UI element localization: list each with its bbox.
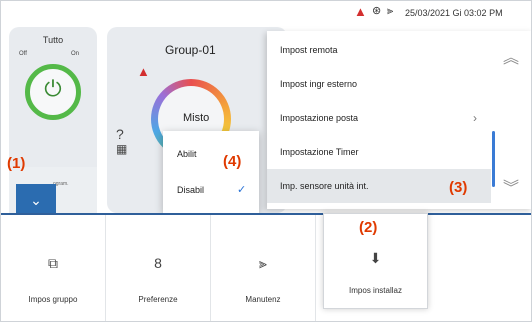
menu-item-label: Impostazione Timer xyxy=(280,147,359,157)
chevron-down-icon: ⌄ xyxy=(30,192,42,208)
tile-label: Manutenz xyxy=(245,295,281,304)
off-label: Off xyxy=(19,51,27,57)
install-settings-icon: ⬇ xyxy=(369,250,382,266)
tile-label: Impos installaz xyxy=(349,286,402,295)
annotation-4: (4) xyxy=(223,153,242,170)
datetime: 25/03/2021 Gi 03:02 PM xyxy=(405,8,503,18)
warning-icon[interactable]: ▲ xyxy=(354,5,367,18)
power-icon[interactable]: ⏻ xyxy=(41,77,65,101)
scrollbar[interactable] xyxy=(492,131,495,187)
collapse-button[interactable]: ⌄ xyxy=(16,184,56,216)
tile-preferences[interactable]: 8 Preferenze xyxy=(106,215,211,321)
status-question-icon: ? xyxy=(116,126,124,142)
remote-icon: ⊛ xyxy=(372,5,382,17)
annotation-2: (2) xyxy=(359,219,378,236)
enable-disable-popup: Abilit Disabil ✓ xyxy=(163,131,259,213)
status-bar: ▲ ⊛ ⫸ 25/03/2021 Gi 03:02 PM xyxy=(259,1,531,27)
group-name: Group-01 xyxy=(165,43,216,57)
group-mode: Misto xyxy=(183,112,210,124)
menu-item-label: Imp. sensore unità int. xyxy=(280,181,369,191)
maintenance-icon: ⫸ xyxy=(387,5,394,17)
annotation-3: (3) xyxy=(449,179,468,196)
app-frame: ▲ ⊛ ⫸ 25/03/2021 Gi 03:02 PM Tutto Off O… xyxy=(0,0,532,322)
option-disable[interactable]: Disabil ✓ xyxy=(163,173,259,207)
menu-item-label: Impostazione posta xyxy=(280,113,359,123)
tile-label: Impos gruppo xyxy=(28,295,78,304)
group-warning-icon: ▲ xyxy=(137,64,150,79)
tile-label: Preferenze xyxy=(138,295,178,304)
on-label: On xyxy=(71,51,80,57)
preferences-icon: 8 xyxy=(154,255,162,271)
menu-item-external-input[interactable]: Impost ingr esterno xyxy=(267,67,491,101)
installation-settings-menu: Impost remota Impost ingr esterno Impost… xyxy=(267,31,531,209)
annotation-1: (1) xyxy=(7,155,26,172)
scroll-up-icon[interactable]: ︽ xyxy=(503,51,519,67)
menu-item-timer[interactable]: Impostazione Timer xyxy=(267,135,491,169)
menu-item-remote[interactable]: Impost remota xyxy=(267,33,491,67)
maintenance-icon: ⫸ xyxy=(259,255,267,271)
option-label: Abilit xyxy=(177,149,197,159)
group-settings-icon: ⧉ xyxy=(48,255,58,271)
chevron-right-icon: › xyxy=(473,111,477,125)
checkmark-icon: ✓ xyxy=(237,184,247,196)
grid-icon: ▦ xyxy=(116,142,128,156)
tile-group-settings[interactable]: ⧉ Impos gruppo xyxy=(1,215,106,321)
tile-maintenance[interactable]: ⫸ Manutenz xyxy=(211,215,316,321)
menu-item-label: Impost remota xyxy=(280,45,338,55)
menu-item-mail[interactable]: Impostazione posta › xyxy=(267,101,491,135)
scroll-down-icon[interactable]: ︾ xyxy=(503,181,519,197)
option-label: Disabil xyxy=(177,185,205,195)
all-units-label: Tutto xyxy=(42,35,64,45)
menu-item-label: Impost ingr esterno xyxy=(280,79,358,89)
bottom-toolbar: ⧉ Impos gruppo 8 Preferenze ⫸ Manutenz ⬇… xyxy=(1,213,531,321)
option-enable[interactable]: Abilit xyxy=(163,137,259,171)
